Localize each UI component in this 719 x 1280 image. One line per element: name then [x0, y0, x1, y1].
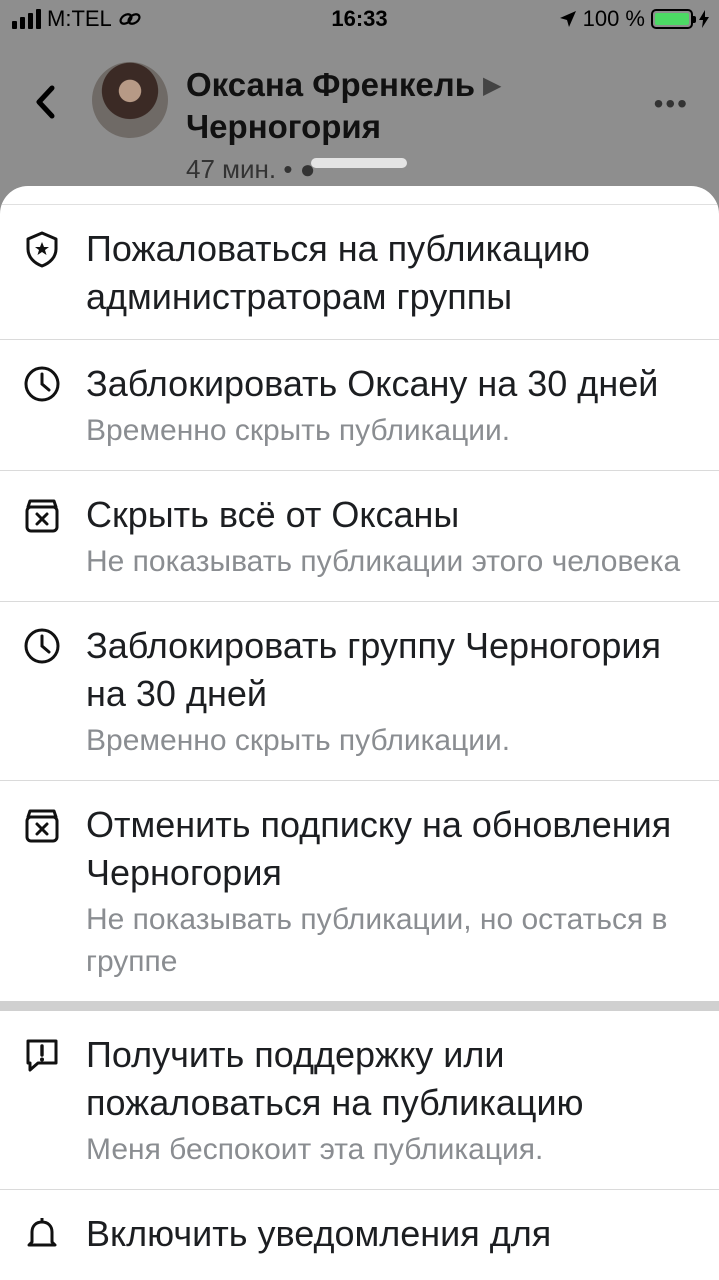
location-arrow-icon	[559, 11, 576, 27]
menu-item-unfollow-group[interactable]: Отменить подписку на обновления Черногор…	[0, 781, 719, 1001]
hide-box-icon	[25, 809, 59, 843]
menu-item-subtitle: Меня беспокоит эта публикация.	[86, 1133, 544, 1166]
menu-item-title: Отменить подписку на обновления Черногор…	[86, 804, 672, 893]
sheet-handle[interactable]	[311, 158, 407, 168]
section-divider	[0, 1001, 719, 1011]
menu-item-title: Пожаловаться на публикацию администратор…	[86, 228, 590, 317]
battery-percent: 100 %	[582, 6, 645, 31]
post-time: 47 мин. • ●	[186, 154, 315, 185]
post-time-text: 47 мин. •	[186, 154, 293, 184]
menu-item-snooze-person[interactable]: Заблокировать Оксану на 30 дней Временно…	[0, 340, 719, 471]
charging-bolt-icon	[699, 10, 709, 28]
shield-star-icon	[26, 231, 58, 268]
clock-icon	[24, 628, 60, 664]
menu-item-subtitle: Не показывать публикации, но остаться в …	[86, 903, 668, 978]
menu-item-get-support[interactable]: Получить поддержку или пожаловаться на п…	[0, 1011, 719, 1190]
menu-item-snooze-group[interactable]: Заблокировать группу Черногория на 30 дн…	[0, 602, 719, 781]
menu-item-title: Скрыть всё от Оксаны	[86, 494, 460, 535]
status-bar: M:TEL 16:33 100 %	[0, 0, 719, 40]
hide-box-icon	[25, 499, 59, 533]
status-right: 100 %	[559, 6, 709, 32]
bell-icon	[27, 1218, 57, 1247]
author-avatar[interactable]	[92, 62, 168, 138]
triangle-right-icon: ▶	[483, 72, 502, 99]
menu-item-turn-on-notifications[interactable]: Включить уведомления для	[0, 1190, 719, 1276]
more-options-icon[interactable]: •••	[654, 88, 689, 120]
menu-item-hide-all-person[interactable]: Скрыть всё от Оксаны Не показывать публи…	[0, 471, 719, 602]
menu-item-title: Включить уведомления для	[86, 1213, 552, 1254]
author-name-row[interactable]: Оксана Френкель ▶	[186, 64, 502, 107]
clock-icon	[24, 366, 60, 402]
menu-item-subtitle: Не показывать публикации этого человека	[86, 545, 681, 578]
group-name[interactable]: Черногория	[186, 106, 381, 148]
options-sheet: Пожаловаться на публикацию администратор…	[0, 186, 719, 1280]
menu-item-subtitle: Временно скрыть публикации.	[86, 724, 511, 757]
menu-item-title: Получить поддержку или пожаловаться на п…	[86, 1034, 584, 1123]
battery-icon	[651, 9, 696, 29]
menu-item-subtitle: Временно скрыть публикации.	[86, 414, 511, 447]
post-header: Оксана Френкель ▶ Черногория 47 мин. • ● …	[0, 40, 719, 200]
menu-item-report-to-admins[interactable]: Пожаловаться на публикацию администратор…	[0, 205, 719, 340]
menu-item-title: Заблокировать Оксану на 30 дней	[86, 363, 659, 404]
options-menu: Пожаловаться на публикацию администратор…	[0, 205, 719, 1276]
back-chevron-icon[interactable]	[30, 82, 60, 122]
author-name: Оксана Френкель	[186, 66, 476, 103]
report-bubble-icon	[26, 1039, 58, 1072]
menu-item-title: Заблокировать группу Черногория на 30 дн…	[86, 625, 661, 714]
